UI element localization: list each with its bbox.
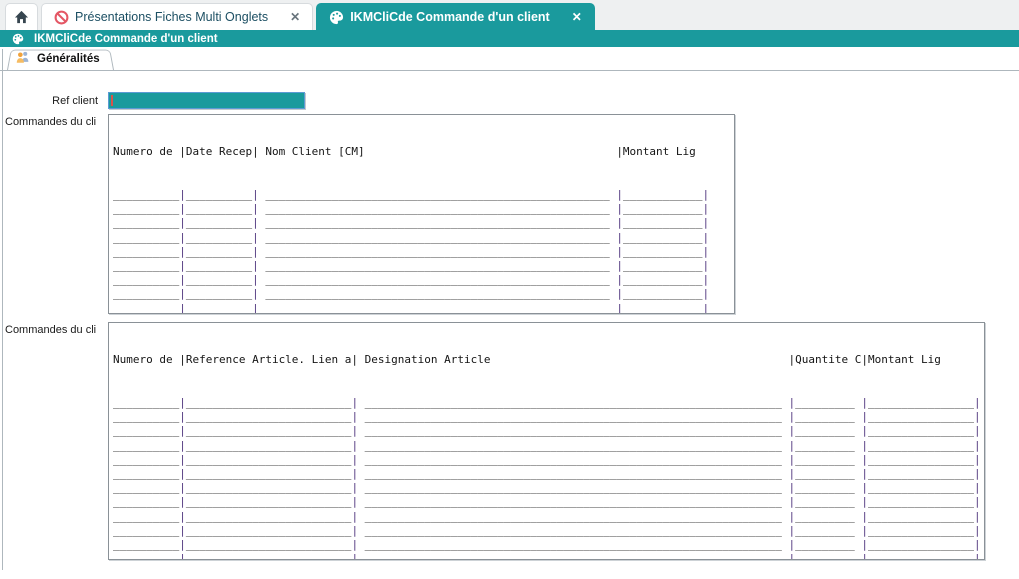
ref-client-input[interactable] [108,92,305,109]
grid-row[interactable]: __________|__________| _________________… [113,188,734,202]
grid-row[interactable]: __________|_________________________| __… [113,453,984,467]
tab-ikmclicde-commande[interactable]: IKMCliCde Commande d'un client ✕ [316,3,595,30]
grid-row[interactable]: __________|_________________________| __… [113,495,984,509]
form-content: Généralités Ref client Commandes du cli … [0,47,1019,579]
grid-row[interactable]: __________|_________________________| __… [113,396,984,410]
commandes-lignes-label: Commandes du cli [5,324,106,336]
grid-row[interactable]: __________|__________| _________________… [113,287,734,301]
text-caret [111,95,113,106]
grid-row[interactable]: __________|_________________________| __… [113,467,984,481]
tab-generalites[interactable]: Généralités [7,48,114,70]
window-title: IKMCliCde Commande d'un client [34,33,218,45]
grid-row[interactable]: __________|_________________________| __… [113,424,984,438]
grid-row[interactable]: __________|_________________________| __… [113,410,984,424]
palette-icon [12,33,24,45]
grid-body: __________|_________________________| __… [113,396,984,560]
home-icon [14,10,29,24]
commandes-client-label: Commandes du cli [5,116,106,128]
grid-header: Numero de |Date Recep| Nom Client [CM] |… [113,145,734,159]
grid-header: Numero de |Reference Article. Lien a| De… [113,353,984,367]
palette-icon [329,10,344,25]
close-icon[interactable]: ✕ [290,10,300,24]
grid-row[interactable]: __________|__________| _________________… [113,302,734,314]
grid-row[interactable]: __________|__________| _________________… [113,273,734,287]
section-tab-label: Généralités [37,53,100,65]
grid-row[interactable]: __________|_________________________| __… [113,510,984,524]
tab-strip-divider [0,70,1019,71]
grid-row[interactable]: __________|_________________________| __… [113,481,984,495]
grid-row[interactable]: __________|__________| _________________… [113,216,734,230]
grid-row[interactable]: __________|_________________________| __… [113,439,984,453]
close-icon[interactable]: ✕ [572,10,582,24]
left-frame-line [2,49,3,570]
tab-presentations-fiches[interactable]: Présentations Fiches Multi Onglets ✕ [41,3,313,30]
commandes-client-grid[interactable]: Numero de |Date Recep| Nom Client [CM] |… [108,114,735,314]
grid-row[interactable]: __________|__________| _________________… [113,259,734,273]
people-icon [15,50,31,69]
ref-client-label: Ref client [0,95,98,107]
grid-row[interactable]: __________|_________________________| __… [113,524,984,538]
grid-row[interactable]: __________|_________________________| __… [113,552,984,560]
grid-body: __________|__________| _________________… [113,188,734,314]
browser-tab-bar: Présentations Fiches Multi Onglets ✕ IKM… [0,0,1019,30]
home-tab[interactable] [5,3,38,30]
tab-label: Présentations Fiches Multi Onglets [75,10,268,24]
grid-row[interactable]: __________|_________________________| __… [113,538,984,552]
blocked-icon [54,10,69,25]
window-title-banner: IKMCliCde Commande d'un client [0,30,1019,47]
grid-row[interactable]: __________|__________| _________________… [113,245,734,259]
grid-row[interactable]: __________|__________| _________________… [113,231,734,245]
commandes-lignes-grid[interactable]: Numero de |Reference Article. Lien a| De… [108,322,985,560]
grid-row[interactable]: __________|__________| _________________… [113,202,734,216]
tab-label: IKMCliCde Commande d'un client [350,10,550,24]
